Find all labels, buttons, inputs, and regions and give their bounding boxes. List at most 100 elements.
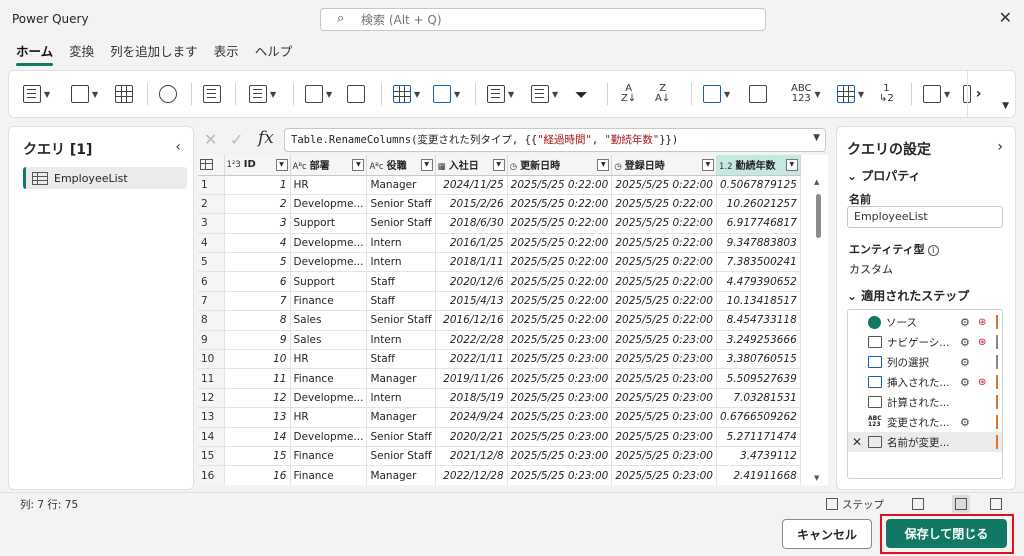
table-cell[interactable]: Support bbox=[290, 271, 368, 292]
gear-icon[interactable]: ⚙ bbox=[960, 316, 970, 329]
table-cell[interactable]: Senior Staff bbox=[366, 446, 436, 467]
row-number[interactable]: 6 bbox=[198, 271, 225, 292]
row-number[interactable]: 5 bbox=[198, 252, 225, 273]
choose-columns-button[interactable]: ▼ bbox=[393, 81, 420, 107]
table-cell[interactable]: 10.26021257 bbox=[716, 194, 801, 215]
table-cell[interactable]: 2025/5/25 0:22:00 bbox=[611, 291, 717, 312]
sort-descending-button[interactable]: Z A↓ bbox=[655, 81, 670, 107]
row-number[interactable]: 15 bbox=[198, 446, 225, 467]
table-cell[interactable]: 10.13418517 bbox=[716, 291, 801, 312]
table-cell[interactable]: 2018/6/30 bbox=[435, 213, 508, 234]
schema-view-button[interactable] bbox=[990, 495, 1002, 513]
table-cell[interactable]: 2025/5/25 0:22:00 bbox=[507, 194, 613, 215]
step-navigation[interactable]: ナビゲーシ... ⚙ ⊛ bbox=[848, 332, 1002, 352]
table-cell[interactable]: 2025/5/25 0:22:00 bbox=[611, 175, 717, 195]
table-cell[interactable]: 2025/5/25 0:22:00 bbox=[507, 175, 613, 195]
table-cell[interactable]: 3 bbox=[224, 213, 291, 234]
table-cell[interactable]: 6 bbox=[224, 271, 291, 292]
table-cell[interactable]: 2025/5/25 0:22:00 bbox=[611, 194, 717, 215]
table-cell[interactable]: Senior Staff bbox=[366, 310, 436, 331]
table-view-button[interactable] bbox=[952, 495, 970, 513]
step-changed-type[interactable]: ABC 123 変更された... ⚙ bbox=[848, 412, 1002, 432]
table-cell[interactable]: 7.383500241 bbox=[716, 252, 801, 273]
table-cell[interactable]: Intern bbox=[366, 252, 436, 273]
table-cell[interactable]: Support bbox=[290, 213, 368, 234]
table-cell[interactable]: Sales bbox=[290, 310, 368, 331]
close-button[interactable]: ✕ bbox=[999, 8, 1012, 27]
search-box[interactable]: ⌕ bbox=[320, 8, 766, 31]
table-cell[interactable]: 7 bbox=[224, 291, 291, 312]
table-cell[interactable]: 2025/5/25 0:22:00 bbox=[507, 252, 613, 273]
column-header[interactable]: ◷ 登録日時 ▼ bbox=[611, 155, 717, 176]
table-cell[interactable]: 2025/5/25 0:23:00 bbox=[507, 446, 613, 467]
table-cell[interactable]: Developme... bbox=[290, 388, 368, 409]
table-cell[interactable]: HR bbox=[290, 407, 368, 428]
grid-vertical-scrollbar[interactable]: ▲ ▼ bbox=[812, 176, 824, 486]
table-cell[interactable]: 2025/5/25 0:23:00 bbox=[507, 388, 613, 409]
manage-columns-button[interactable]: ▼ bbox=[249, 81, 276, 107]
table-cell[interactable]: 15 bbox=[224, 446, 291, 467]
group-by-button[interactable] bbox=[749, 81, 767, 107]
step-inserted[interactable]: 挿入された... ⚙ ⊛ bbox=[848, 372, 1002, 392]
table-cell[interactable]: 2019/11/26 bbox=[435, 368, 508, 389]
manage-parameters-button[interactable] bbox=[203, 81, 221, 107]
table-cell[interactable]: Finance bbox=[290, 446, 368, 467]
table-cell[interactable]: 2025/5/25 0:22:00 bbox=[507, 310, 613, 331]
table-cell[interactable]: Manager bbox=[366, 465, 436, 485]
tab-home[interactable]: ホーム bbox=[8, 42, 61, 66]
table-cell[interactable]: 2025/5/25 0:23:00 bbox=[611, 407, 717, 428]
table-cell[interactable]: 5.509527639 bbox=[716, 368, 801, 389]
table-cell[interactable]: HR bbox=[290, 349, 368, 370]
filter-rows-button[interactable]: ⏷ bbox=[575, 81, 593, 107]
column-type-icon[interactable]: ▦ bbox=[438, 162, 446, 172]
table-cell[interactable]: Developme... bbox=[290, 427, 368, 447]
column-header[interactable]: 1²3 ID ▼ bbox=[224, 155, 291, 176]
use-first-row-button[interactable]: ▼ bbox=[837, 81, 864, 107]
column-header[interactable]: ▦ 入社日 ▼ bbox=[435, 155, 508, 176]
table-cell[interactable]: 2025/5/25 0:22:00 bbox=[611, 213, 717, 234]
table-cell[interactable]: 2016/12/16 bbox=[435, 310, 508, 331]
table-cell[interactable]: 2018/5/19 bbox=[435, 388, 508, 409]
column-filter-dropdown[interactable]: ▼ bbox=[785, 159, 798, 171]
column-header[interactable]: Aᴮc 部署 ▼ bbox=[290, 155, 368, 176]
table-cell[interactable]: Finance bbox=[290, 368, 368, 389]
table-cell[interactable]: Staff bbox=[366, 349, 436, 370]
table-cell[interactable]: 2022/1/11 bbox=[435, 349, 508, 370]
commit-formula-icon[interactable]: ✓ bbox=[230, 130, 243, 149]
combine-button[interactable]: ▼ bbox=[923, 81, 950, 107]
table-cell[interactable]: 2025/5/25 0:22:00 bbox=[611, 271, 717, 292]
table-cell[interactable]: 4.479390652 bbox=[716, 271, 801, 292]
save-and-close-button[interactable]: 保存して閉じる bbox=[886, 519, 1007, 548]
remove-rows-button[interactable]: ▼ bbox=[531, 81, 558, 107]
gear-icon[interactable]: ⚙ bbox=[960, 416, 970, 429]
expand-formula-button[interactable]: ▼ bbox=[813, 133, 820, 143]
table-cell[interactable]: 14 bbox=[224, 427, 291, 447]
table-cell[interactable]: 2015/4/13 bbox=[435, 291, 508, 312]
table-cell[interactable]: 2025/5/25 0:22:00 bbox=[611, 252, 717, 273]
column-type-icon[interactable]: ◷ bbox=[510, 162, 517, 172]
table-cell[interactable]: Finance bbox=[290, 465, 368, 485]
row-number[interactable]: 2 bbox=[198, 194, 225, 215]
table-cell[interactable]: 2016/1/25 bbox=[435, 233, 508, 254]
scroll-thumb[interactable] bbox=[816, 194, 821, 238]
table-cell[interactable]: Finance bbox=[290, 291, 368, 312]
row-number[interactable]: 10 bbox=[198, 349, 225, 370]
table-cell[interactable]: 2020/12/6 bbox=[435, 271, 508, 292]
tab-transform[interactable]: 変換 bbox=[61, 42, 102, 66]
table-cell[interactable]: 2025/5/25 0:23:00 bbox=[611, 349, 717, 370]
table-cell[interactable]: Intern bbox=[366, 330, 436, 351]
collapse-queries-button[interactable]: ‹ bbox=[175, 139, 181, 155]
step-calculated[interactable]: 計算された... bbox=[848, 392, 1002, 412]
table-cell[interactable]: 7.03281531 bbox=[716, 388, 801, 409]
gear-icon[interactable]: ⚙ bbox=[960, 376, 970, 389]
remove-columns-button[interactable]: ▼ bbox=[433, 81, 460, 107]
column-filter-dropdown[interactable]: ▼ bbox=[352, 159, 365, 171]
table-cell[interactable]: 2025/5/25 0:23:00 bbox=[611, 446, 717, 467]
step-choose-columns[interactable]: 列の選択 ⚙ bbox=[848, 352, 1002, 372]
tab-help[interactable]: ヘルプ bbox=[247, 42, 301, 66]
table-cell[interactable]: 2020/2/21 bbox=[435, 427, 508, 447]
table-cell[interactable]: 16 bbox=[224, 465, 291, 485]
scroll-down-icon[interactable]: ▼ bbox=[814, 474, 819, 482]
row-number[interactable]: 8 bbox=[198, 310, 225, 331]
row-number[interactable]: 11 bbox=[198, 368, 225, 389]
